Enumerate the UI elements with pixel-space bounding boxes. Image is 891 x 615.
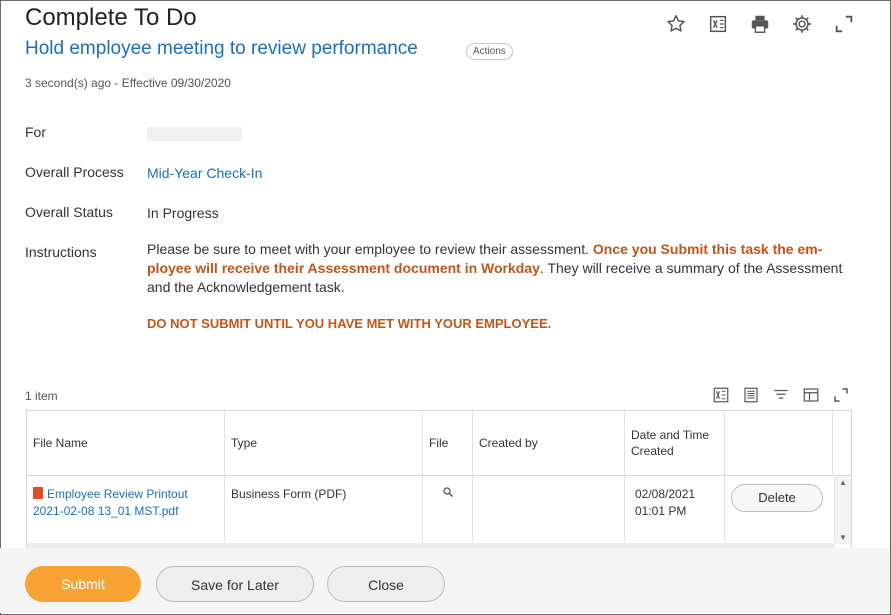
table-row: Employee Review Printout 2021-02-08 13_0… xyxy=(27,476,833,542)
column-header-created-by[interactable]: Created by xyxy=(473,411,625,475)
column-header-file-name[interactable]: File Name xyxy=(27,411,225,475)
task-title-link[interactable]: Hold employee meeting to review performa… xyxy=(25,38,418,60)
date-time-cell: 02/08/2021 01:01 PM xyxy=(625,476,725,542)
column-header-date-time[interactable]: Date and Time Created xyxy=(625,411,725,475)
delete-button[interactable]: Delete xyxy=(731,484,823,512)
print-icon[interactable] xyxy=(747,11,773,37)
column-header-file[interactable]: File xyxy=(423,411,473,475)
save-for-later-button[interactable]: Save for Later xyxy=(156,566,314,602)
type-cell: Business Form (PDF) xyxy=(225,476,423,542)
page-title: Complete To Do xyxy=(25,4,197,31)
header-toolbar xyxy=(663,11,857,37)
instructions-part-1: Please be sure to meet with your employe… xyxy=(147,241,593,257)
pdf-icon[interactable] xyxy=(741,385,761,405)
columns-icon[interactable] xyxy=(801,385,821,405)
actions-button[interactable]: Actions xyxy=(466,43,513,60)
column-header-type[interactable]: Type xyxy=(225,411,423,475)
star-icon[interactable] xyxy=(663,11,689,37)
table-toolbar xyxy=(711,385,851,405)
close-button[interactable]: Close xyxy=(327,566,445,602)
instructions-label: Instructions xyxy=(25,244,97,260)
warning-text: DO NOT SUBMIT UNTIL YOU HAVE MET WITH YO… xyxy=(147,316,552,331)
fullscreen-icon[interactable] xyxy=(831,385,851,405)
overall-process-link[interactable]: Mid-Year Check-In xyxy=(147,165,262,181)
for-label: For xyxy=(25,124,46,140)
overall-process-label: Overall Process xyxy=(25,164,124,180)
expand-icon[interactable] xyxy=(831,11,857,37)
created-by-cell xyxy=(473,476,625,542)
submit-button[interactable]: Submit xyxy=(25,566,141,602)
item-count: 1 item xyxy=(25,389,58,403)
excel-export-icon[interactable] xyxy=(705,11,731,37)
instructions-text: Please be sure to meet with your employe… xyxy=(147,240,847,297)
column-header-actions xyxy=(725,411,833,475)
scroll-up-icon[interactable]: ▲ xyxy=(839,478,847,487)
overall-status-label: Overall Status xyxy=(25,204,113,220)
file-name-cell: Employee Review Printout 2021-02-08 13_0… xyxy=(27,476,225,542)
attachments-table: File Name Type File Created by Date and … xyxy=(26,410,852,550)
scroll-down-icon[interactable]: ▼ xyxy=(839,533,847,542)
file-cell xyxy=(423,476,473,542)
file-name-link[interactable]: Employee Review Printout 2021-02-08 13_0… xyxy=(33,487,188,518)
excel-export-icon[interactable] xyxy=(711,385,731,405)
gear-icon[interactable] xyxy=(789,11,815,37)
vertical-scrollbar[interactable]: ▲ ▼ xyxy=(834,476,851,544)
filter-icon[interactable] xyxy=(771,385,791,405)
magnifier-icon[interactable] xyxy=(442,487,454,501)
overall-status-value: In Progress xyxy=(147,205,219,221)
table-header: File Name Type File Created by Date and … xyxy=(27,411,851,476)
pdf-file-icon xyxy=(33,487,43,499)
effective-meta: 3 second(s) ago - Effective 09/30/2020 xyxy=(25,76,231,90)
for-value-redacted xyxy=(147,127,242,141)
